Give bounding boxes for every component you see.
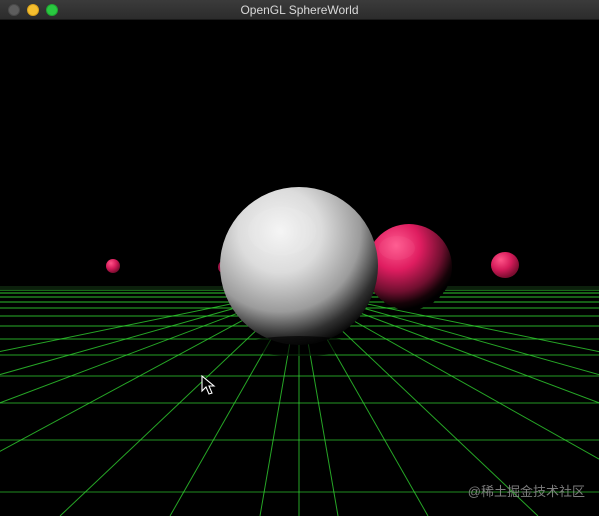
floor-shadow — [243, 336, 355, 356]
window-title: OpenGL SphereWorld — [240, 3, 359, 17]
scene-canvas — [0, 187, 599, 516]
opengl-viewport[interactable]: @稀土掘金技术社区 — [0, 20, 599, 516]
sphere-large-pink — [366, 224, 452, 310]
sphere-large-white — [220, 187, 378, 345]
app-window: OpenGL SphereWorld @稀土掘金技术社区 — [0, 0, 599, 516]
title-bar[interactable]: OpenGL SphereWorld — [0, 0, 599, 20]
watermark-text: @稀土掘金技术社区 — [467, 484, 585, 499]
sphere-small-right — [491, 252, 519, 278]
arrow-cursor-icon — [201, 374, 216, 395]
sphere-small-left — [106, 259, 120, 273]
